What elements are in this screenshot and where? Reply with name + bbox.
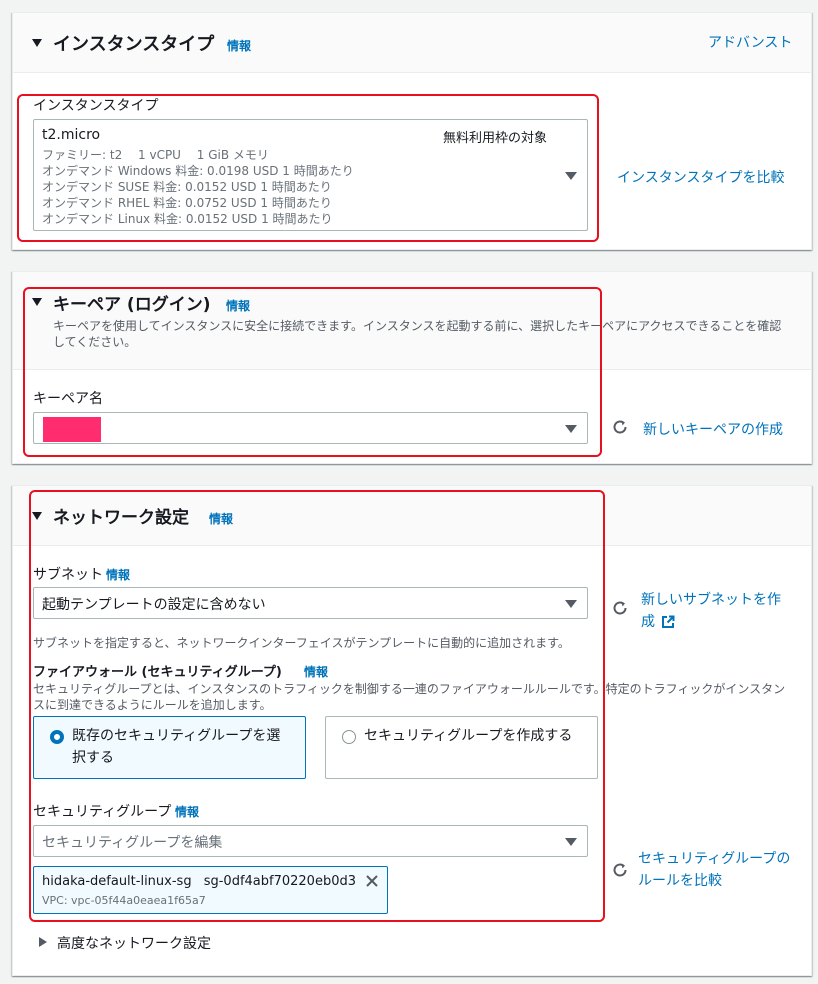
detail-line: ファミリー: t2 1 vCPU 1 GiB メモリ <box>42 148 269 162</box>
security-group-select[interactable]: セキュリティグループを編集 <box>33 825 588 857</box>
caret-down-icon[interactable] <box>32 39 42 47</box>
instance-type-select[interactable]: t2.micro 無料利用枠の対象 ファミリー: t2 1 vCPU 1 GiB… <box>33 119 588 231</box>
compare-instance-types-link[interactable]: インスタンスタイプを比較 <box>617 167 784 187</box>
create-key-pair-link[interactable]: 新しいキーペアの作成 <box>643 419 783 439</box>
instance-details: ファミリー: t2 1 vCPU 1 GiB メモリ オンデマンド Window… <box>42 147 354 227</box>
create-subnet-link-text: 成 <box>641 614 655 630</box>
key-pair-title: キーペア (ログイン) <box>53 295 211 315</box>
option-existing-line: 既存のセキュリティグループを選 <box>72 728 281 744</box>
selected-instance-type: t2.micro <box>42 127 101 143</box>
network-settings-panel: ネットワーク設定 情報 サブネット 情報 起動テンプレートの設定に含めない 新し… <box>12 485 812 976</box>
firewall-description: セキュリティグループとは、インスタンスのトラフィックを制御する一連のファイアウォ… <box>33 682 786 712</box>
caret-down-icon[interactable] <box>32 512 42 520</box>
key-pair-description: キーペアを使用してインスタンスに安全に接続できます。インスタンスを起動する前に、… <box>53 319 782 349</box>
info-link[interactable]: 情報 <box>304 663 328 680</box>
option-existing-label: 既存のセキュリティグループを選 択する <box>72 725 280 769</box>
dismiss-icon[interactable] <box>365 874 379 888</box>
create-subnet-link-line: 新しいサブネットを作 <box>641 592 781 608</box>
compare-sg-rules-link[interactable]: セキュリティグループの ルールを比較 <box>638 848 790 892</box>
dropdown-caret-icon <box>565 600 577 608</box>
info-link[interactable]: 情報 <box>227 37 251 54</box>
subnet-value: 起動テンプレートの設定に含めない <box>42 597 266 613</box>
instance-type-field-label: インスタンスタイプ <box>33 98 159 114</box>
refresh-icon[interactable] <box>612 862 628 878</box>
compare-rules-line: セキュリティグループの <box>638 851 791 867</box>
option-existing-sg[interactable]: 既存のセキュリティグループを選 択する <box>33 716 306 779</box>
caret-down-icon[interactable] <box>32 298 42 306</box>
info-link[interactable]: 情報 <box>226 297 250 314</box>
radio-unselected-icon[interactable] <box>342 730 356 744</box>
instance-type-header[interactable]: インスタンスタイプ 情報 アドバンスト <box>13 13 811 73</box>
dropdown-caret-icon <box>565 172 577 180</box>
subnet-label: サブネット <box>33 567 103 583</box>
option-create-label: セキュリティグループを作成する <box>364 728 573 744</box>
key-pair-header[interactable]: キーペア (ログイン) 情報 キーペアを使用してインスタンスに安全に接続できます… <box>13 272 811 370</box>
security-group-token: hidaka-default-linux-sg sg-0df4abf70220e… <box>33 866 388 914</box>
option-create-sg[interactable]: セキュリティグループを作成する <box>325 716 598 779</box>
info-link[interactable]: 情報 <box>175 803 199 820</box>
radio-selected-icon[interactable] <box>50 730 64 744</box>
network-title: ネットワーク設定 <box>53 508 189 528</box>
key-pair-name-label: キーペア名 <box>33 391 103 407</box>
refresh-icon[interactable] <box>612 600 628 616</box>
detail-line: オンデマンド Linux 料金: 0.0152 USD 1 時間あたり <box>42 212 333 226</box>
external-link-icon <box>662 615 675 628</box>
dropdown-caret-icon <box>565 838 577 846</box>
advanced-network-toggle[interactable]: 高度なネットワーク設定 <box>57 933 211 953</box>
detail-line: オンデマンド RHEL 料金: 0.0752 USD 1 時間あたり <box>42 196 332 210</box>
token-sg-name: hidaka-default-linux-sg <box>42 874 192 889</box>
subnet-help-text: サブネットを指定すると、ネットワークインターフェイスがテンプレートに自動的に追加… <box>33 636 570 650</box>
key-pair-panel: キーペア (ログイン) 情報 キーペアを使用してインスタンスに安全に接続できます… <box>12 271 812 464</box>
detail-line: オンデマンド Windows 料金: 0.0198 USD 1 時間あたり <box>42 164 354 178</box>
instance-type-title: インスタンスタイプ <box>53 34 215 55</box>
detail-line: オンデマンド SUSE 料金: 0.0152 USD 1 時間あたり <box>42 180 332 194</box>
instance-type-panel: インスタンスタイプ 情報 アドバンスト インスタンスタイプ t2.micro 無… <box>12 12 812 250</box>
refresh-icon[interactable] <box>612 419 628 435</box>
token-sg-id: sg-0df4abf70220eb0d3 <box>203 874 356 889</box>
caret-right-icon[interactable] <box>39 937 47 947</box>
info-link[interactable]: 情報 <box>106 566 130 583</box>
subnet-select[interactable]: 起動テンプレートの設定に含めない <box>33 587 588 619</box>
key-pair-select[interactable] <box>33 412 588 444</box>
advanced-link[interactable]: アドバンスト <box>708 32 792 52</box>
free-tier-badge: 無料利用枠の対象 <box>443 131 548 146</box>
create-subnet-link-line: 成 <box>641 611 781 633</box>
token-title: hidaka-default-linux-sg sg-0df4abf70220e… <box>42 874 356 889</box>
security-group-placeholder: セキュリティグループを編集 <box>42 835 223 851</box>
token-vpc: VPC: vpc-05f44a0eaea1f65a7 <box>42 894 206 907</box>
compare-rules-line: ルールを比較 <box>638 873 722 889</box>
network-header[interactable]: ネットワーク設定 情報 <box>13 486 811 546</box>
security-group-label: セキュリティグループ <box>33 804 172 820</box>
dropdown-caret-icon <box>565 425 577 433</box>
option-existing-line: 択する <box>72 750 114 766</box>
firewall-label: ファイアウォール (セキュリティグループ) <box>33 665 282 680</box>
redacted-value <box>43 417 101 442</box>
create-subnet-link[interactable]: 新しいサブネットを作 成 <box>641 589 781 633</box>
info-link[interactable]: 情報 <box>209 510 233 527</box>
